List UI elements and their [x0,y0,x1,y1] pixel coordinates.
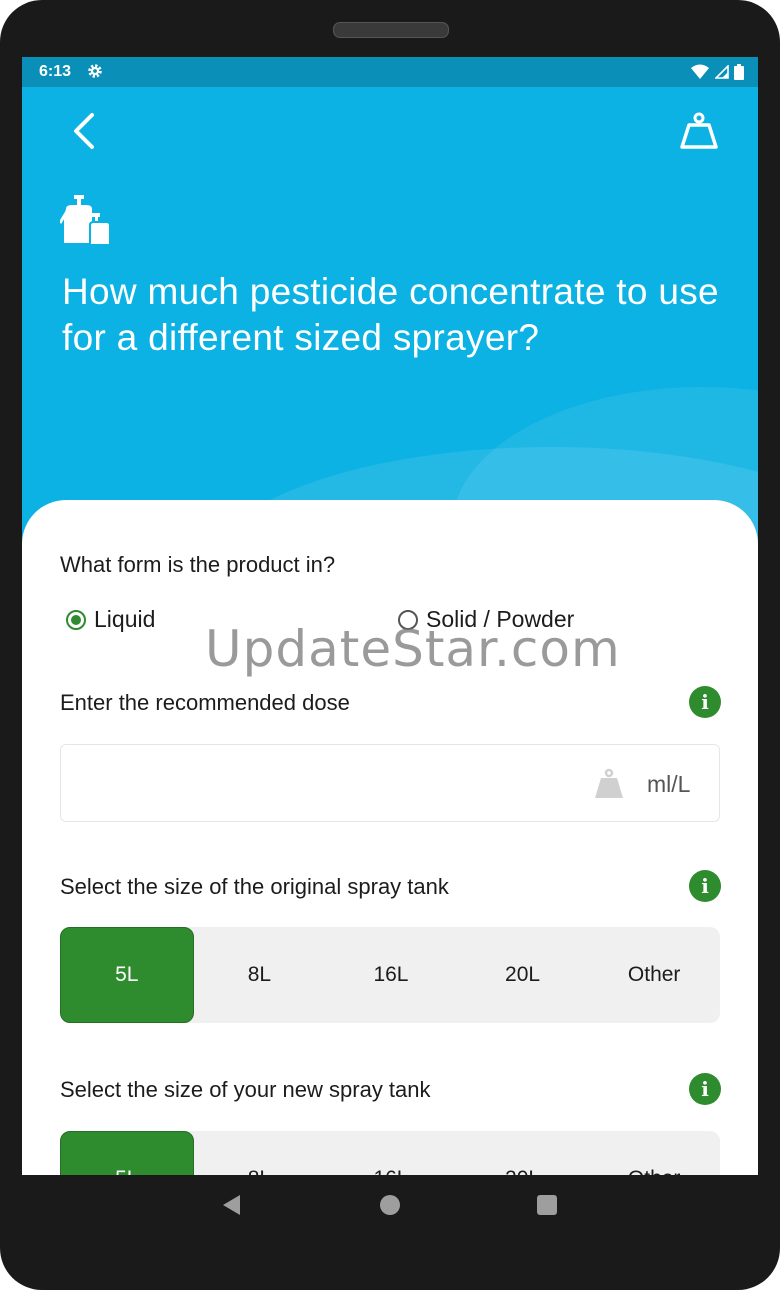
dose-input[interactable] [73,761,577,807]
original-tank-label: Select the size of the original spray ta… [60,874,449,899]
signal-icon [715,65,729,79]
navigation-bar [22,1175,758,1255]
nav-home-icon[interactable] [380,1195,400,1215]
gear-icon [88,64,102,78]
status-icons [690,63,744,81]
new-tank-option-20l[interactable]: 20L [457,1131,589,1175]
dose-label: Enter the recommended dose [60,690,350,715]
product-form-label: What form is the product in? [60,552,336,577]
original-tank-info-icon[interactable]: i [689,870,721,902]
battery-icon [734,64,744,80]
radio-liquid[interactable]: Liquid [66,606,155,633]
sprayer-icon [60,195,111,245]
weight-icon[interactable] [678,111,720,153]
radio-liquid-label: Liquid [94,606,156,632]
nav-back-icon[interactable] [220,1193,244,1217]
new-tank-option-16l[interactable]: 16L [325,1131,457,1175]
new-tank-option-other[interactable]: Other [588,1131,720,1175]
dose-info-icon[interactable]: i [689,686,721,718]
new-tank-option-5l[interactable]: 5L [60,1131,194,1175]
app-screen: 6:13 How much pesticide concentrate to u… [22,57,758,1175]
device-speaker [333,22,449,38]
back-arrow-icon[interactable] [64,109,104,153]
watermark: UpdateStar.com [205,620,621,678]
new-tank-selector: 5L 8L 16L 20L Other [60,1131,720,1175]
dose-field[interactable]: ml/L [60,744,720,822]
nav-recents-icon[interactable] [537,1195,557,1215]
original-tank-selector: 5L 8L 16L 20L Other [60,927,720,1023]
weight-icon [595,768,623,798]
original-tank-option-other[interactable]: Other [588,927,720,1023]
new-tank-label: Select the size of your new spray tank [60,1077,431,1102]
original-tank-option-5l[interactable]: 5L [60,927,194,1023]
status-bar: 6:13 [22,57,758,87]
dose-unit: ml/L [647,771,691,797]
status-time: 6:13 [39,63,72,80]
original-tank-option-20l[interactable]: 20L [457,927,589,1023]
page-title: How much pesticide concentrate to use fo… [62,271,719,358]
original-tank-option-8l[interactable]: 8L [194,927,326,1023]
header: How much pesticide concentrate to use fo… [22,87,758,557]
new-tank-option-8l[interactable]: 8L [194,1131,326,1175]
wifi-icon [691,64,709,79]
new-tank-info-icon[interactable]: i [689,1073,721,1105]
radio-liquid-indicator[interactable] [66,609,86,630]
original-tank-option-16l[interactable]: 16L [325,927,457,1023]
form-card: What form is the product in? Liquid Soli… [22,500,758,1175]
